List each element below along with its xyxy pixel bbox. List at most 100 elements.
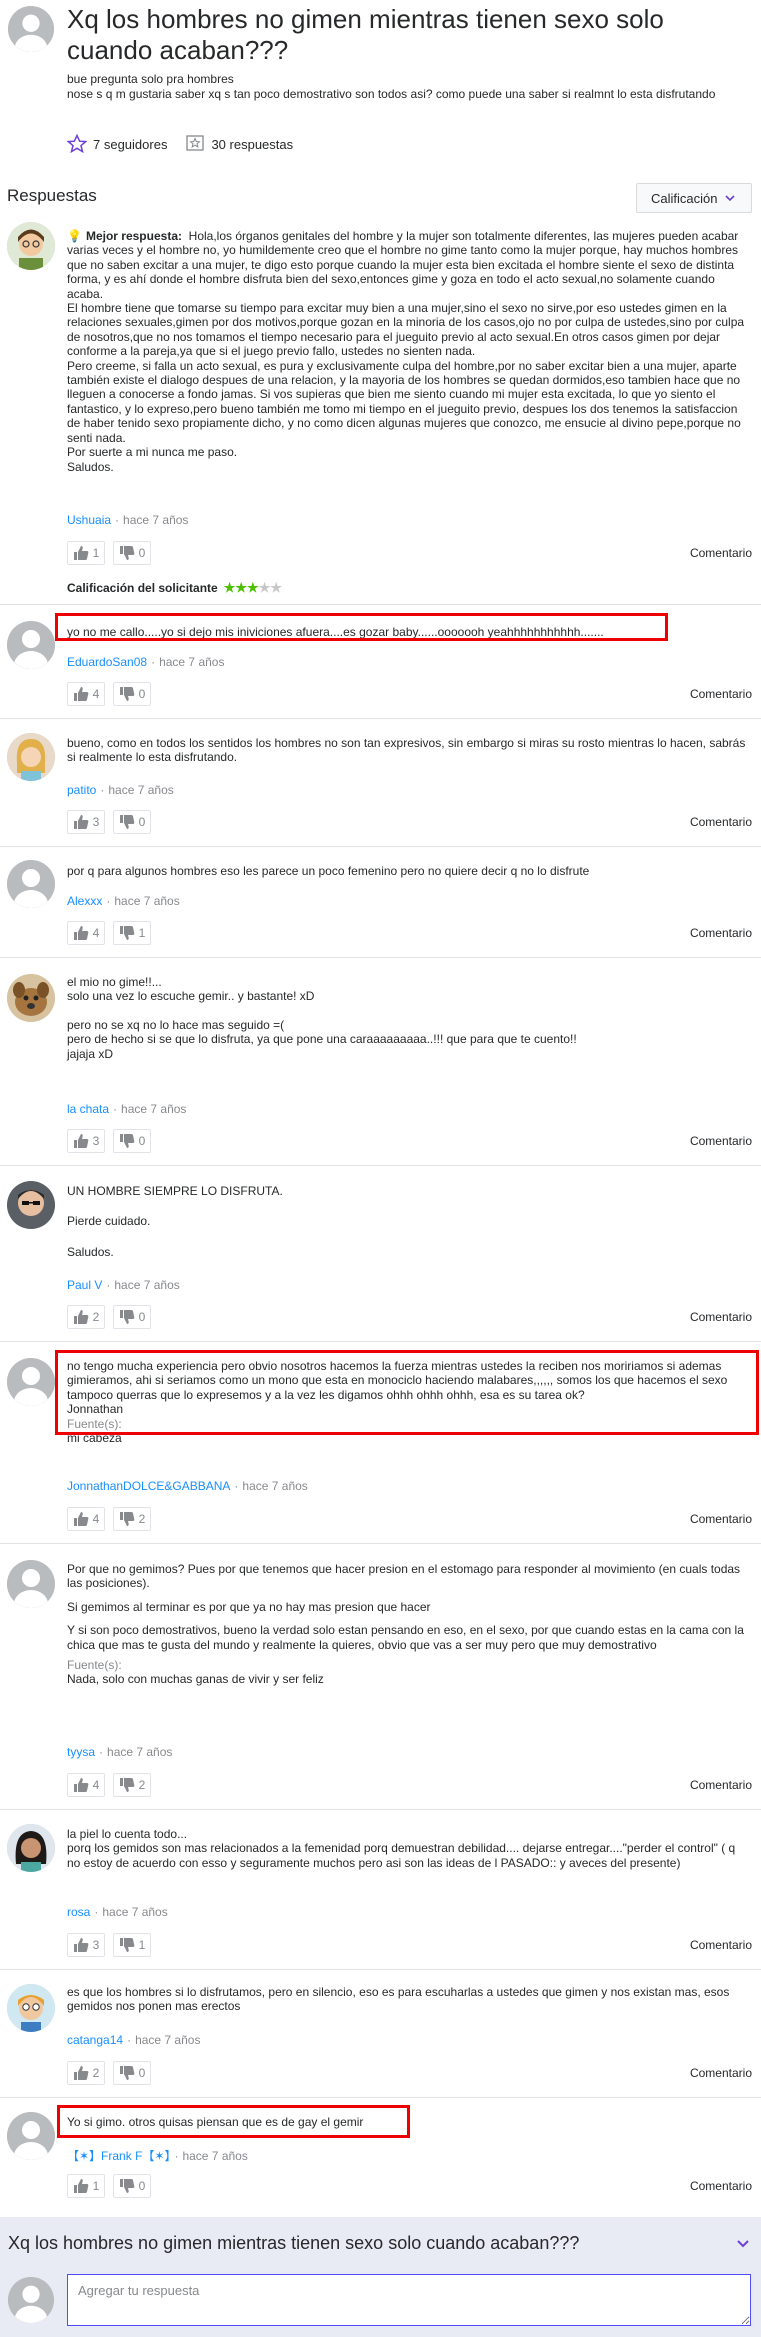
answer-author-avatar[interactable]: [7, 733, 55, 781]
comment-link[interactable]: Comentario: [690, 1778, 752, 1792]
answer-author-avatar[interactable]: [7, 974, 55, 1022]
comment-link[interactable]: Comentario: [690, 815, 752, 829]
chevron-down-icon[interactable]: [736, 2239, 750, 2249]
answer-author-avatar[interactable]: [7, 1181, 55, 1229]
thumbs-up-button[interactable]: 1: [67, 2174, 105, 2198]
question-title: Xq los hombres no gimen mientras tienen …: [67, 4, 664, 65]
comment-link[interactable]: Comentario: [690, 687, 752, 701]
thumbs-up-button[interactable]: 4: [67, 1773, 105, 1797]
answer-author-avatar[interactable]: [7, 860, 55, 908]
answer-author-avatar[interactable]: [7, 1560, 55, 1608]
question-stats: 7 seguidores 30 respuestas: [67, 133, 311, 155]
thumbs-up-count: 3: [92, 815, 100, 829]
answers-count-link[interactable]: 30 respuestas: [185, 134, 293, 154]
comment-link[interactable]: Comentario: [690, 546, 752, 560]
answer-author-avatar[interactable]: [7, 1824, 55, 1872]
thumbs-down-button[interactable]: 1: [113, 921, 151, 945]
answer-input[interactable]: [67, 2274, 751, 2326]
thumbs-up-button[interactable]: 4: [67, 921, 105, 945]
answer-time: hace 7 años: [159, 655, 225, 669]
thumbs-down-button[interactable]: 0: [113, 2061, 151, 2085]
follow-button[interactable]: 7 seguidores: [67, 134, 167, 154]
thumbs-down-count: 0: [138, 687, 146, 701]
answers-icon: [185, 134, 205, 154]
comment-link[interactable]: Comentario: [690, 1938, 752, 1952]
divider: [0, 957, 761, 958]
author-link[interactable]: Alexxx: [67, 894, 102, 908]
answer-meta: la chata · hace 7 años: [67, 1102, 187, 1116]
comment-link[interactable]: Comentario: [690, 2179, 752, 2193]
author-link[interactable]: Paul V: [67, 1278, 102, 1292]
answer-author-avatar[interactable]: [7, 621, 55, 669]
thumbs-down-icon: [119, 1134, 134, 1148]
answer-time: hace 7 años: [114, 1278, 180, 1292]
author-link[interactable]: EduardoSan08: [67, 655, 147, 669]
author-link[interactable]: rosa: [67, 1905, 90, 1919]
answer-paragraph: Saludos.: [67, 1244, 114, 1259]
answer-meta: 【✶】Frank F【✶】 · hace 7 años: [67, 2149, 248, 2163]
comment-link[interactable]: Comentario: [690, 1310, 752, 1324]
thumbs-down-button[interactable]: 0: [113, 682, 151, 706]
comment-link[interactable]: Comentario: [690, 1134, 752, 1148]
answer-author-avatar[interactable]: [7, 1984, 55, 2032]
answer-paragraph: Si gemimos al terminar es por que ya no …: [67, 1599, 431, 1614]
answer-time: hace 7 años: [121, 1102, 187, 1116]
author-link[interactable]: la chata: [67, 1102, 109, 1116]
thumbs-down-button[interactable]: 0: [113, 1305, 151, 1329]
question-author-avatar[interactable]: [8, 6, 54, 52]
thumbs-down-button[interactable]: 2: [113, 1773, 151, 1797]
thumbs-down-icon: [119, 815, 134, 829]
thumbs-down-count: 0: [138, 2179, 146, 2193]
thumbs-up-count: 1: [92, 546, 100, 560]
author-link[interactable]: JonnathanDOLCE&GABBANA: [67, 1479, 230, 1493]
thumbs-down-button[interactable]: 2: [113, 1507, 151, 1531]
answers-heading: Respuestas: [7, 186, 97, 205]
thumbs-down-button[interactable]: 0: [113, 2174, 151, 2198]
answer-composer: Xq los hombres no gimen mientras tienen …: [0, 2217, 761, 2337]
thumbs-up-button[interactable]: 4: [67, 1507, 105, 1531]
comment-link[interactable]: Comentario: [690, 1512, 752, 1526]
thumbs-down-button[interactable]: 0: [113, 810, 151, 834]
thumbs-down-count: 2: [138, 1512, 146, 1526]
thumbs-up-icon: [73, 1938, 88, 1952]
thumbs-up-icon: [73, 926, 88, 940]
thumbs-up-button[interactable]: 3: [67, 1933, 105, 1957]
highlight-box: [55, 1350, 759, 1435]
thumbs-down-button[interactable]: 1: [113, 1933, 151, 1957]
answer-meta: patito · hace 7 años: [67, 783, 174, 797]
thumbs-up-count: 4: [92, 687, 100, 701]
author-link[interactable]: patito: [67, 783, 96, 797]
answer-paragraph: Por que no gemimos? Pues por que tenemos…: [67, 1562, 744, 1591]
sort-dropdown[interactable]: Calificación: [636, 183, 752, 213]
thumbs-up-button[interactable]: 4: [67, 682, 105, 706]
author-link[interactable]: catanga14: [67, 2033, 123, 2047]
answer-author-avatar[interactable]: [7, 222, 55, 270]
thumbs-up-button[interactable]: 2: [67, 2061, 105, 2085]
comment-link[interactable]: Comentario: [690, 926, 752, 940]
author-link[interactable]: Ushuaia: [67, 513, 111, 527]
thumbs-up-button[interactable]: 3: [67, 810, 105, 834]
author-link[interactable]: tyysa: [67, 1745, 95, 1759]
thumbs-up-button[interactable]: 3: [67, 1129, 105, 1153]
answer-paragraph: por q para algunos hombres eso les parec…: [67, 864, 590, 878]
thumbs-up-icon: [73, 1512, 88, 1526]
author-link[interactable]: 【✶】Frank F【✶】: [67, 2149, 170, 2163]
thumbs-up-icon: [73, 1310, 88, 1324]
star-filled-icon: ★: [223, 580, 236, 595]
answer-author-avatar[interactable]: [7, 1358, 55, 1406]
thumbs-down-count: 1: [138, 926, 146, 940]
thumbs-down-button[interactable]: 0: [113, 541, 151, 565]
star-empty-icon: ★: [270, 580, 282, 595]
thumbs-up-button[interactable]: 2: [67, 1305, 105, 1329]
rating-stars: ★★★★★: [224, 580, 282, 596]
answer-time: hace 7 años: [123, 513, 189, 527]
divider: [0, 1165, 761, 1166]
thumbs-up-button[interactable]: 1: [67, 541, 105, 565]
divider: [0, 604, 761, 605]
highlight-box: [57, 2105, 410, 2138]
answer-time: hace 7 años: [135, 2033, 201, 2047]
answer-author-avatar[interactable]: [7, 2112, 55, 2160]
thumbs-down-button[interactable]: 0: [113, 1129, 151, 1153]
comment-link[interactable]: Comentario: [690, 2066, 752, 2080]
thumbs-up-icon: [73, 1778, 88, 1792]
